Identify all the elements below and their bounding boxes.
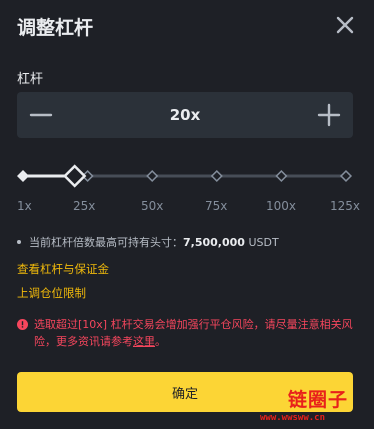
tick-label[interactable]: 100x (266, 199, 296, 213)
slider-thumb[interactable] (63, 164, 87, 188)
slider-tick-mark[interactable] (210, 169, 223, 183)
max-position-label: 当前杠杆倍数最高可持有头寸： (29, 236, 183, 249)
leverage-value[interactable]: 20x (17, 106, 353, 124)
adjust-limit-link[interactable]: 上调仓位限制 (17, 285, 86, 301)
slider-tick-labels: 1x 25x 50x 75x 100x 125x (0, 199, 374, 217)
watermark-url: www.wwsww.cn (260, 413, 326, 423)
warning-text: 选取超过[10x] 杠杆交易会增加强行平仓风险，请尽量注意相关风险，更多资讯请参… (34, 318, 353, 348)
leverage-stepper: 20x (17, 92, 353, 138)
tick-label[interactable]: 1x (17, 199, 32, 213)
warning-link[interactable]: 这里 (133, 335, 155, 348)
warning-end: 。 (155, 335, 166, 348)
leverage-slider[interactable] (17, 160, 353, 190)
watermark-logo: 链圈子 www.wwsww.cn (260, 385, 370, 429)
slider-tick-mark[interactable] (339, 169, 353, 183)
tick-label[interactable]: 125x (330, 199, 360, 213)
slider-tick-mark[interactable] (275, 169, 288, 183)
tick-label[interactable]: 25x (73, 199, 95, 213)
slider-tick-mark[interactable] (17, 169, 30, 183)
watermark-main: 链圈子 (288, 389, 349, 411)
close-icon[interactable] (334, 14, 356, 36)
risk-warning: 选取超过[10x] 杠杆交易会增加强行平仓风险，请尽量注意相关风险，更多资讯请参… (17, 316, 357, 350)
slider-tick-mark[interactable] (146, 169, 159, 183)
tick-label[interactable]: 75x (205, 199, 227, 213)
increase-button[interactable] (314, 100, 344, 130)
tick-label[interactable]: 50x (141, 199, 163, 213)
view-leverage-link[interactable]: 查看杠杆与保证金 (17, 261, 109, 277)
leverage-label: 杠杆 (17, 72, 44, 87)
dialog-title: 调整杠杆 (17, 17, 94, 39)
max-position-value: 7,500,000 (183, 236, 245, 249)
max-position-unit: USDT (248, 236, 279, 249)
max-position-info: 当前杠杆倍数最高可持有头寸：7,500,000 USDT (17, 234, 357, 250)
bullet-icon (17, 240, 21, 244)
warning-icon (17, 319, 28, 330)
